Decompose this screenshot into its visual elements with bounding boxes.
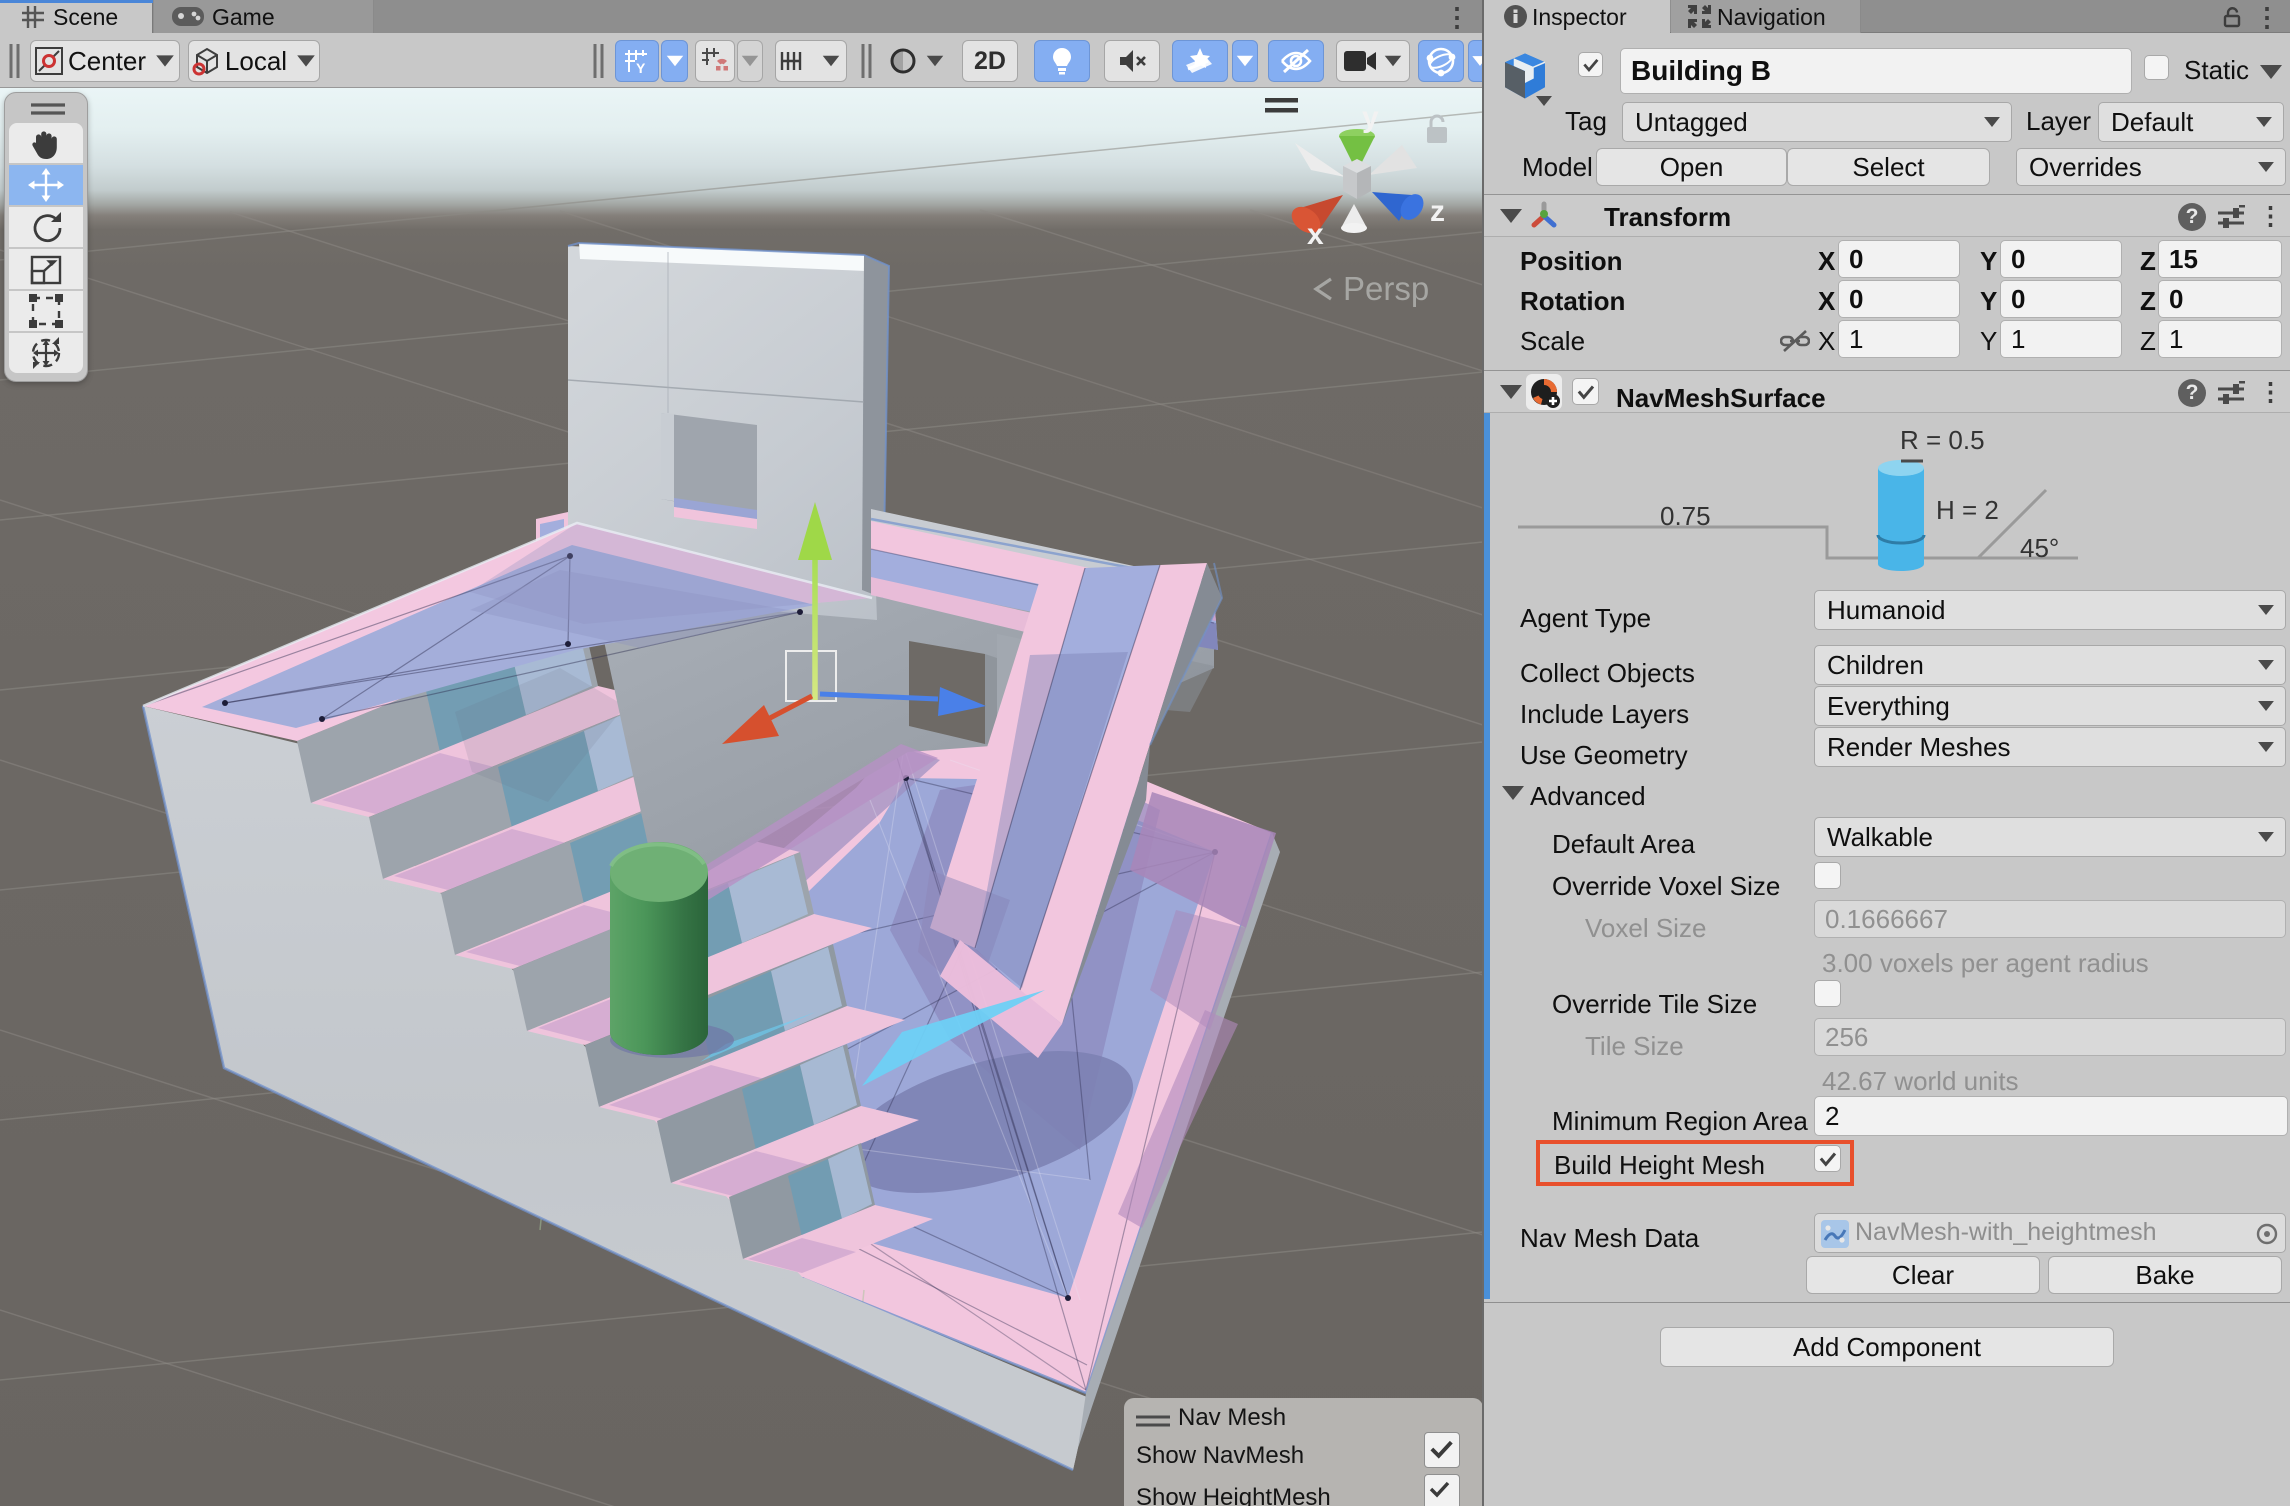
svg-text:y: y xyxy=(1362,101,1379,134)
svg-text:z: z xyxy=(1430,195,1445,228)
svg-text:Persp: Persp xyxy=(1343,270,1429,307)
svg-text:x: x xyxy=(1307,218,1324,251)
svg-text:Y: Y xyxy=(636,60,646,76)
